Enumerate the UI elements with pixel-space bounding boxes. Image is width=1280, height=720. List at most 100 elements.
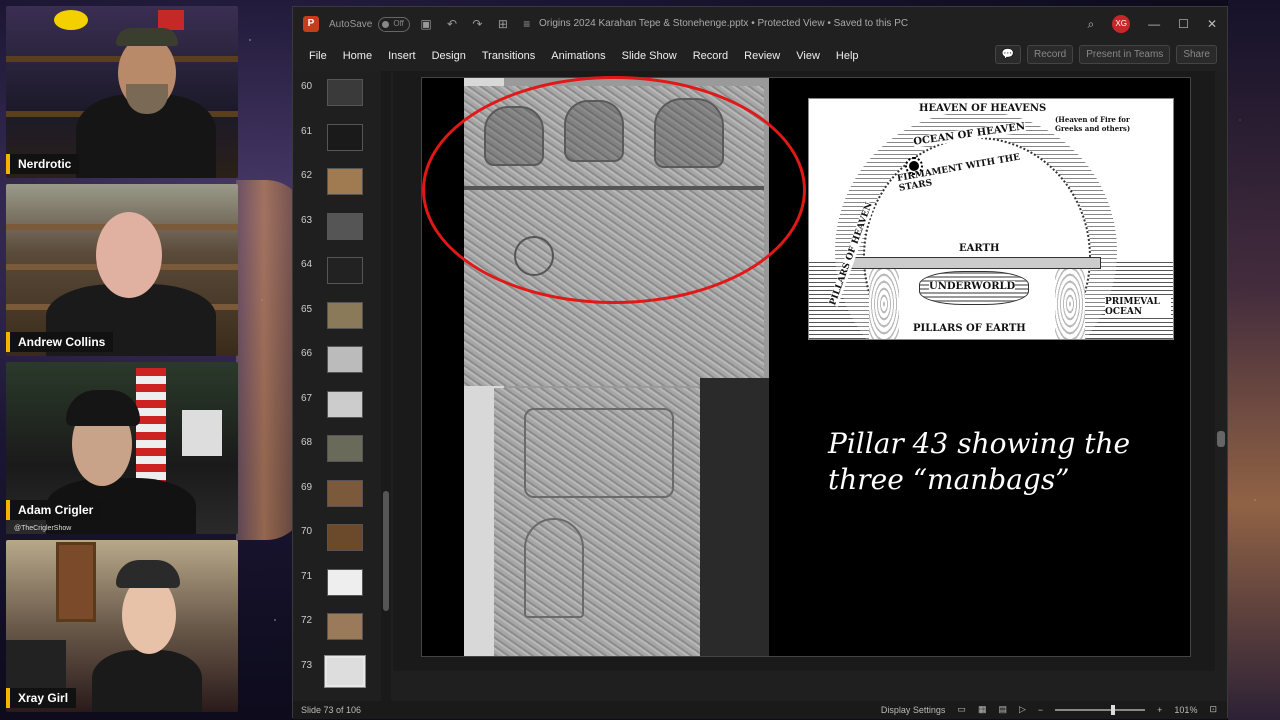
participant-name: Xray Girl [6,688,77,708]
present-teams-button[interactable]: Present in Teams [1079,45,1171,64]
slide-number: 65 [301,303,313,315]
maximize-icon[interactable]: ☐ [1178,17,1189,31]
menu-view[interactable]: View [788,50,828,62]
menu-animations[interactable]: Animations [543,50,613,62]
slide-number: 71 [301,570,313,582]
webcam-tile: Xray Girl [6,540,238,712]
autosave-toggle[interactable]: Off [378,16,411,32]
slide-thumbnail-image [327,568,363,596]
slide-thumbnail[interactable]: 69 [293,479,379,524]
slide-thumbnail[interactable]: 63 [293,212,379,257]
slide-thumbnail[interactable]: 71 [293,568,379,613]
webcam-tile: Nerdrotic [6,6,238,178]
record-button[interactable]: Record [1026,45,1074,64]
slide-thumbnail-image [327,613,363,640]
slide: HEAVEN OF HEAVENS (Heaven of Fire for Gr… [421,76,1191,657]
menu-home[interactable]: Home [335,50,380,62]
slide-number: 70 [301,526,313,537]
slide-thumbnail-image [327,212,363,240]
fit-slide-icon[interactable]: ⊡ [1209,704,1217,715]
menu-review[interactable]: Review [736,50,788,62]
slide-sorter-icon[interactable]: ▦ [978,704,987,715]
share-button[interactable]: Share [1176,45,1217,64]
slide-number: 72 [301,615,313,626]
diagram-label: PILLARS OF EARTH [913,323,1026,334]
slide-thumbnail-image [327,479,363,507]
slide-thumbnail[interactable]: 68 [293,435,379,479]
slide-number: 73 [301,659,313,671]
powerpoint-icon: P [303,16,319,32]
zoom-level[interactable]: 101% [1174,705,1197,715]
slide-thumbnail[interactable]: 64 [293,257,379,301]
slide-number: 64 [301,259,313,270]
participant-name: Nerdrotic [6,154,80,174]
slide-thumbnail[interactable]: 67 [293,390,379,435]
normal-view-icon[interactable]: ▭ [957,704,966,715]
slide-thumbnail-image [327,435,363,462]
slide-thumbnail-image [327,123,363,151]
display-settings-button[interactable]: Display Settings [881,705,946,715]
slide-scrollbar[interactable] [1215,71,1227,631]
autosave-label: AutoSave [329,18,373,30]
menu-transitions[interactable]: Transitions [474,50,543,62]
slide-thumbnail[interactable]: 65 [293,301,379,346]
close-icon[interactable]: ✕ [1207,17,1217,31]
slide-number: 69 [301,481,313,493]
participant-handle: @TheCriglerShow [14,525,72,532]
slide-thumbnail-image [327,524,363,551]
menu-slide-show[interactable]: Slide Show [614,50,685,62]
slide-thumbnail-image [327,79,363,106]
slide-thumbnail-image [327,257,363,284]
diagram-label: EARTH [959,243,1000,254]
menu-insert[interactable]: Insert [380,50,424,62]
comments-icon[interactable]: 💬 [994,45,1021,64]
thumbnail-scrollbar[interactable] [381,71,391,701]
menu-record[interactable]: Record [685,50,736,62]
slide-thumbnail-image [327,390,363,418]
quick-access-icons[interactable]: ▣ ↶ ↷ ⊞ ≡ [420,17,536,31]
minimize-icon[interactable]: — [1148,17,1160,31]
webcam-tile: Andrew Collins [6,184,238,356]
slide-caption: Pillar 43 showing the three “manbags” [828,427,1131,496]
document-title: Origins 2024 Karahan Tepe & Stonehenge.p… [539,18,909,29]
slide-thumbnail[interactable]: 66 [293,346,379,390]
reading-view-icon[interactable]: ▤ [998,704,1007,715]
slide-number: 68 [301,437,313,448]
zoom-out-icon[interactable]: − [1038,705,1043,715]
ribbon-menu: File Home Insert Design Transitions Animation… [293,41,1227,71]
diagram-label: (Heaven of Fire for Greeks and others) [1055,115,1131,133]
slide-thumbnail[interactable]: 70 [293,524,379,568]
slide-thumbnail-image [327,346,363,373]
slide-thumbnail[interactable]: 60 [293,79,379,123]
background-planet-right [1228,0,1280,720]
diagram-label: HEAVEN OF HEAVENS [919,103,1047,114]
user-avatar[interactable]: XG [1112,15,1131,33]
slide-thumbnail[interactable]: 73 [293,654,379,702]
menu-help[interactable]: Help [828,50,867,62]
slide-thumbnail[interactable]: 61 [293,123,379,168]
slide-thumbnail-image [324,654,366,688]
highlight-ellipse [422,76,806,304]
slide-number: 62 [301,170,313,181]
slide-number: 63 [301,214,313,226]
search-icon[interactable]: ⌕ [1087,17,1094,32]
slide-thumbnail-panel: 60 61 62 63 64 65 66 67 68 69 70 71 72 73 [293,71,379,701]
diagram-label: UNDERWORLD [929,281,1016,292]
zoom-slider[interactable] [1055,704,1146,715]
powerpoint-window: P AutoSave Off ▣ ↶ ↷ ⊞ ≡ Origins 2024 Ka… [292,6,1228,719]
slide-thumbnail[interactable]: 62 [293,168,379,212]
menu-design[interactable]: Design [424,50,474,62]
slide-number: 67 [301,392,313,404]
zoom-in-icon[interactable]: + [1157,705,1162,715]
slide-counter: Slide 73 of 106 [301,705,362,715]
webcam-tile: Adam Crigler @TheCriglerShow [6,362,238,534]
participant-name: Adam Crigler [6,500,102,520]
cosmology-diagram: HEAVEN OF HEAVENS (Heaven of Fire for Gr… [808,98,1174,340]
participant-name: Andrew Collins [6,332,114,352]
slide-canvas: HEAVEN OF HEAVENS (Heaven of Fire for Gr… [393,71,1215,671]
slide-thumbnail-image [327,301,363,329]
menu-file[interactable]: File [301,50,335,62]
slide-thumbnail[interactable]: 72 [293,613,379,657]
slide-number: 66 [301,348,313,359]
slideshow-icon[interactable]: ▷ [1019,704,1026,715]
